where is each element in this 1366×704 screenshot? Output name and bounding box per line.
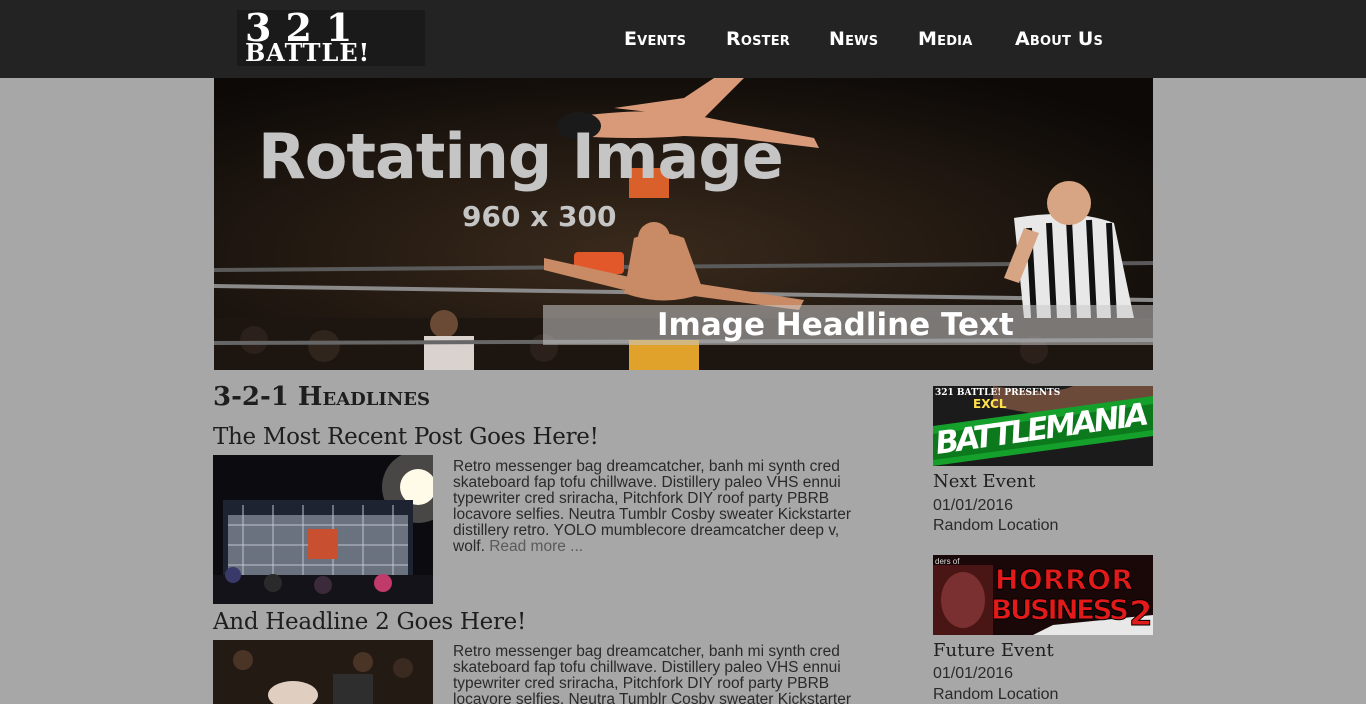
next-event-location: Random Location [933, 517, 1059, 534]
horror-business-banner-art: ders of HORROR BUSINESS 2 [933, 555, 1153, 635]
nav-media[interactable]: Media [918, 28, 972, 50]
battlemania-badge: EXCL [973, 397, 1007, 411]
nav-news[interactable]: News [829, 28, 878, 50]
horror-business-title-1: HORROR [995, 563, 1133, 596]
wrestling-crowd-photo [213, 640, 433, 704]
horror-business-number: 2 [1129, 594, 1153, 634]
post-excerpt-text: Retro messenger bag dreamcatcher, banh m… [453, 643, 851, 704]
horror-business-title-2: BUSINESS [991, 593, 1129, 626]
post-title[interactable]: And Headline 2 Goes Here! [213, 609, 526, 635]
event-banner-horror-business[interactable]: ders of HORROR BUSINESS 2 [933, 555, 1153, 635]
headlines-section-title: 3-2-1 Headlines [213, 382, 431, 412]
event-banner-battlemania[interactable]: 321 BATTLE! PRESENTS EXCL BATTLEMANIA [933, 386, 1153, 466]
next-event-label: Next Event [933, 471, 1036, 492]
hero-caption-bar: Image Headline Text [543, 305, 1153, 345]
site-logo[interactable]: 321 BATTLE! [237, 10, 425, 66]
post-excerpt: Retro messenger bag dreamcatcher, banh m… [453, 644, 873, 704]
future-event-date: 01/01/2016 [933, 665, 1014, 682]
hero-banner[interactable]: Rotating Image 960 x 300 Image Headline … [214, 78, 1153, 370]
horror-business-tagline: ders of [935, 557, 960, 566]
post-thumbnail[interactable] [213, 455, 433, 604]
post-excerpt: Retro messenger bag dreamcatcher, banh m… [453, 459, 873, 555]
post-title[interactable]: The Most Recent Post Goes Here! [213, 424, 599, 450]
nav-about-us[interactable]: About Us [1015, 28, 1103, 50]
site-header: 321 BATTLE! Events Roster News Media Abo… [0, 0, 1366, 78]
nav-roster[interactable]: Roster [726, 28, 790, 50]
nav-events[interactable]: Events [624, 28, 686, 50]
post-thumbnail[interactable] [213, 640, 433, 704]
hero-title: Rotating Image [258, 120, 784, 193]
cage-match-photo [213, 455, 433, 604]
future-event-label: Future Event [933, 640, 1054, 661]
future-event-location: Random Location [933, 686, 1059, 703]
read-more-link[interactable]: Read more ... [489, 538, 583, 555]
hero-dimensions: 960 x 300 [462, 200, 617, 233]
hero-caption-text: Image Headline Text [657, 307, 1014, 343]
next-event-date: 01/01/2016 [933, 497, 1014, 514]
logo-wordmark: BATTLE! [245, 38, 371, 66]
battlemania-banner-art: 321 BATTLE! PRESENTS EXCL BATTLEMANIA [933, 386, 1153, 466]
